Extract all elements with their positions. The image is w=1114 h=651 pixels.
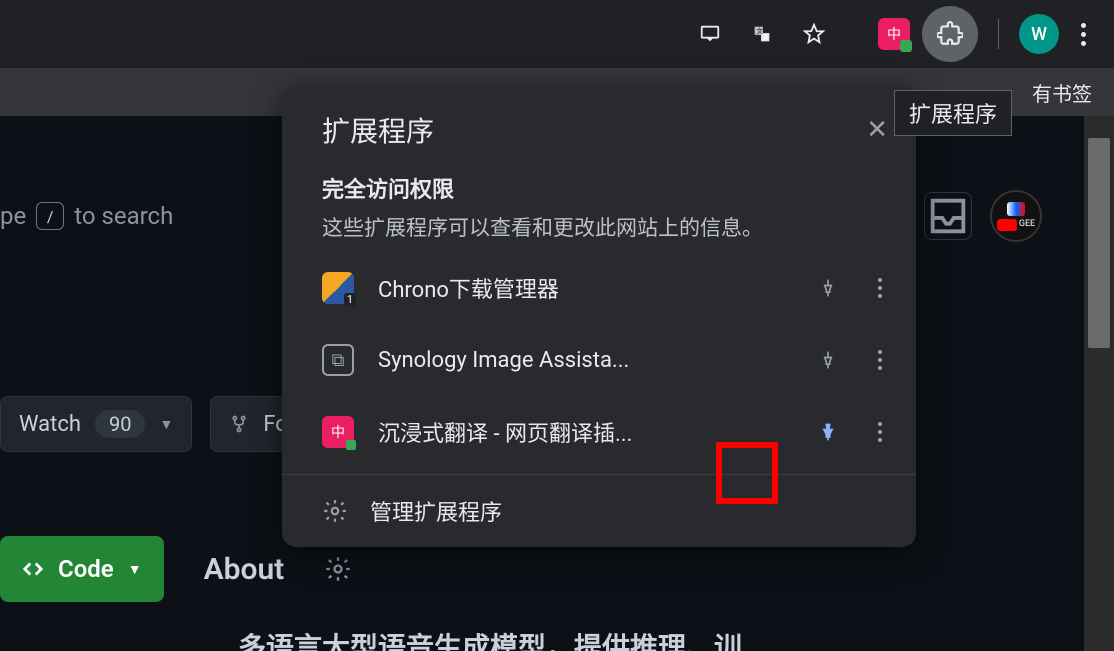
extension-name: Chrono下载管理器 (378, 272, 784, 304)
extension-item-synology[interactable]: ⧉ Synology Image Assista... (282, 324, 916, 396)
pin-icon[interactable] (808, 412, 848, 452)
scrollbar[interactable] (1084, 116, 1114, 651)
code-button[interactable]: Code ▼ (0, 536, 164, 602)
toolbar-divider (998, 19, 999, 49)
extensions-tooltip: 扩展程序 (894, 90, 1012, 136)
bookmark-star-icon[interactable] (794, 14, 834, 54)
popup-footer[interactable]: 管理扩展程序 (282, 474, 916, 547)
inbox-icon[interactable] (924, 192, 972, 240)
extension-menu-icon[interactable] (872, 350, 888, 370)
org-avatar-label: GEE (1019, 219, 1035, 229)
gear-icon (322, 498, 348, 524)
extension-name: Synology Image Assista... (378, 348, 784, 373)
code-label: Code (58, 555, 114, 583)
extension-icon (322, 272, 354, 304)
extension-item-immersive[interactable]: 中 沉浸式翻译 - 网页翻译插... (282, 396, 916, 468)
bookmarks-text[interactable]: 有书签 (1032, 78, 1092, 107)
watch-count: 90 (95, 410, 145, 438)
pin-icon[interactable] (808, 340, 848, 380)
extension-icon: 中 (322, 416, 354, 448)
svg-text:文: 文 (757, 26, 764, 35)
browser-toolbar: 文A 中 W (0, 0, 1114, 68)
org-avatar[interactable]: GEE (990, 190, 1042, 242)
search-hint[interactable]: pe / to search (0, 202, 173, 230)
access-description: 这些扩展程序可以查看和更改此网站上的信息。 (322, 212, 876, 242)
about-heading: About (204, 552, 285, 587)
extension-menu-icon[interactable] (872, 422, 888, 442)
translate-icon[interactable]: 文A (742, 14, 782, 54)
popup-title: 扩展程序 (322, 110, 434, 150)
pin-icon[interactable] (808, 268, 848, 308)
scrollbar-thumb[interactable] (1088, 138, 1110, 348)
gear-icon[interactable] (324, 555, 352, 583)
extension-item-chrono[interactable]: Chrono下载管理器 (282, 252, 916, 324)
browser-menu-icon[interactable] (1071, 23, 1096, 46)
extension-name: 沉浸式翻译 - 网页翻译插... (378, 416, 784, 448)
extensions-list: Chrono下载管理器 ⧉ Synology Image Assista... … (282, 246, 916, 474)
pinned-extension-immersive[interactable]: 中 (878, 18, 910, 50)
slash-key-icon: / (36, 202, 64, 230)
profile-avatar[interactable]: W (1019, 14, 1059, 54)
search-hint-post: to search (74, 202, 173, 230)
extensions-popup: 扩展程序 ✕ 完全访问权限 这些扩展程序可以查看和更改此网站上的信息。 Chro… (282, 86, 916, 547)
watch-button[interactable]: Watch 90 ▼ (0, 396, 192, 452)
cast-icon[interactable] (690, 14, 730, 54)
close-icon[interactable]: ✕ (866, 115, 888, 145)
search-hint-pre: pe (0, 202, 26, 230)
watch-label: Watch (19, 412, 81, 437)
extension-menu-icon[interactable] (872, 278, 888, 298)
manage-extensions-label: 管理扩展程序 (370, 495, 502, 527)
repo-description: 多语言大型语音生成模型，提供推理、训 (238, 626, 742, 651)
extensions-button[interactable] (922, 6, 978, 62)
access-heading: 完全访问权限 (322, 172, 876, 204)
extension-icon: ⧉ (322, 344, 354, 376)
